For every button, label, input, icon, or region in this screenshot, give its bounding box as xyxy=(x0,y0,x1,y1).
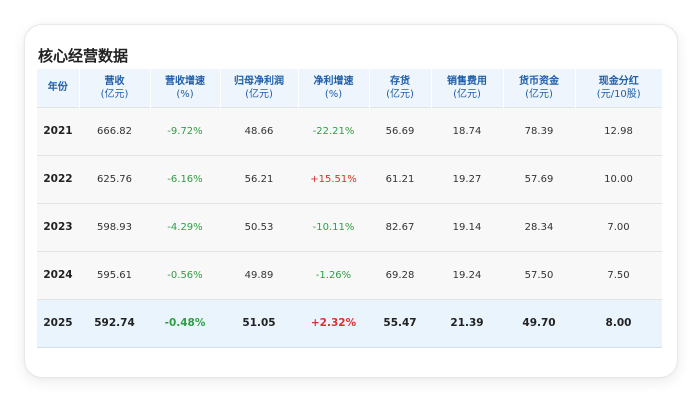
cell-year: 2021 xyxy=(43,125,73,137)
cell-sales-expense: 19.24 xyxy=(452,269,482,281)
cell-net-profit: 51.05 xyxy=(242,317,276,329)
core-operating-data-table: 年份 营收 (亿元) 营收增速 (%) 归母净利润 (亿元) 净利增速 (%) 存货 (亿… xyxy=(37,69,662,348)
table-row: 2023 598.93 -4.29% 50.53 -10.11% 82.67 1… xyxy=(37,203,662,251)
cell-net-profit: 50.53 xyxy=(244,221,274,233)
cell-sales-expense: 19.27 xyxy=(452,173,482,185)
cell-dividend: 8.00 xyxy=(605,317,632,329)
page-background: 核心经营数据 年份 营收 (亿元) 营收增速 (%) 归母净利润 (亿元) 净利增速(… xyxy=(0,0,700,400)
cell-cash: 49.70 xyxy=(522,317,556,329)
cell-revenue: 592.74 xyxy=(94,317,135,329)
cell-cash: 78.39 xyxy=(524,125,554,137)
cell-revenue-growth: -0.56% xyxy=(167,269,203,281)
card-title: 核心经营数据 xyxy=(38,47,129,65)
cell-inventory: 82.67 xyxy=(385,221,415,233)
cell-cash: 57.69 xyxy=(524,173,554,185)
cell-net-profit-growth: +15.51% xyxy=(310,173,357,185)
header-year[interactable]: 年份 xyxy=(37,69,80,107)
cell-revenue: 625.76 xyxy=(97,173,132,185)
header-net-profit[interactable]: 归母净利润 (亿元) xyxy=(220,69,299,107)
header-inventory[interactable]: 存货 (亿元) xyxy=(369,69,432,107)
cell-inventory: 61.21 xyxy=(385,173,415,185)
table-row-highlighted: 2025 592.74 -0.48% 51.05 +2.32% 55.47 21… xyxy=(37,299,662,347)
cell-net-profit-growth: -1.26% xyxy=(315,269,352,281)
header-sales-expense[interactable]: 销售费用 (亿元) xyxy=(431,69,504,107)
cell-net-profit-growth: +2.32% xyxy=(310,317,357,329)
cell-dividend: 10.00 xyxy=(604,173,633,185)
cell-cash: 57.50 xyxy=(524,269,554,281)
header-cash[interactable]: 货币资金 (亿元) xyxy=(503,69,576,107)
table-row: 2024 595.61 -0.56% 49.89 -1.26% 69.28 19… xyxy=(37,251,662,299)
cell-revenue-growth: -6.16% xyxy=(167,173,203,185)
table-row: 2022 625.76 -6.16% 56.21 +15.51% 61.21 1… xyxy=(37,155,662,203)
table-header-row: 年份 营收 (亿元) 营收增速 (%) 归母净利润 (亿元) 净利增速 (%) 存货 (亿… xyxy=(37,69,662,107)
cell-dividend: 12.98 xyxy=(604,125,633,137)
cell-dividend: 7.50 xyxy=(607,269,630,281)
cell-sales-expense: 21.39 xyxy=(450,317,484,329)
cell-dividend: 7.00 xyxy=(607,221,630,233)
header-revenue[interactable]: 营收 (亿元) xyxy=(79,69,151,107)
header-revenue-growth[interactable]: 营收增速 (%) xyxy=(150,69,221,107)
cell-sales-expense: 19.14 xyxy=(452,221,482,233)
cell-revenue: 595.61 xyxy=(97,269,132,281)
cell-year: 2022 xyxy=(43,173,73,185)
cell-inventory: 55.47 xyxy=(383,317,417,329)
cell-net-profit-growth: -22.21% xyxy=(312,125,355,137)
cell-inventory: 69.28 xyxy=(385,269,415,281)
cell-revenue: 666.82 xyxy=(97,125,132,137)
cell-inventory: 56.69 xyxy=(385,125,415,137)
cell-net-profit-growth: -10.11% xyxy=(312,221,355,233)
cell-revenue-growth: -9.72% xyxy=(167,125,203,137)
cell-sales-expense: 18.74 xyxy=(452,125,482,137)
table-row: 2021 666.82 -9.72% 48.66 -22.21% 56.69 1… xyxy=(37,107,662,155)
cell-net-profit: 48.66 xyxy=(244,125,274,137)
cell-revenue: 598.93 xyxy=(97,221,132,233)
header-net-profit-growth[interactable]: 净利增速 (%) xyxy=(298,69,370,107)
cell-net-profit: 49.89 xyxy=(244,269,274,281)
cell-revenue-growth: -0.48% xyxy=(164,317,206,329)
cell-cash: 28.34 xyxy=(524,221,554,233)
cell-revenue-growth: -4.29% xyxy=(167,221,203,233)
cell-net-profit: 56.21 xyxy=(244,173,274,185)
header-dividend[interactable]: 现金分红 (元/10股) xyxy=(575,69,662,107)
cell-year: 2023 xyxy=(43,221,73,233)
cell-year: 2025 xyxy=(43,317,73,329)
cell-year: 2024 xyxy=(43,269,73,281)
